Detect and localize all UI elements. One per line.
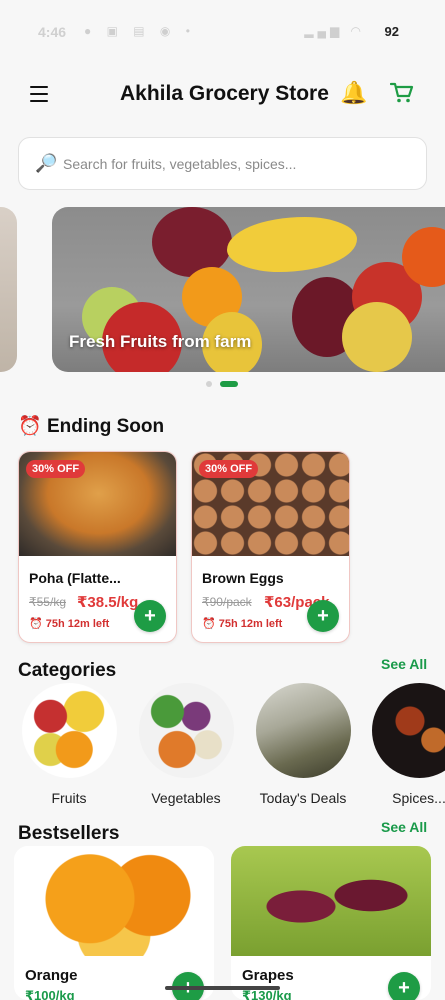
yellow-apple-image — [342, 302, 412, 372]
banana-image — [227, 217, 357, 272]
ending-soon-heading: ⏰ Ending Soon — [18, 416, 165, 437]
cart-icon[interactable] — [389, 82, 414, 109]
deal-old-price: ₹55/kg — [29, 595, 66, 609]
discount-badge: 30% OFF — [199, 460, 259, 478]
notification-icons: ● ▣ ▤ ◉ • — [84, 24, 196, 38]
deal-name: Brown Eggs — [202, 570, 284, 586]
bestseller-card-orange[interactable]: Orange ₹100/kg + — [14, 846, 214, 1000]
status-bar: 4:46 ● ▣ ▤ ◉ • ▂▄▆ ◠ 92 — [0, 0, 445, 60]
alarm-clock-icon: ⏰ — [202, 618, 216, 630]
deal-new-price: ₹38.5/kg — [77, 594, 139, 611]
spices-image — [372, 683, 445, 778]
discount-badge: 30% OFF — [26, 460, 86, 478]
category-spices[interactable]: Spices... — [364, 683, 445, 813]
add-to-cart-button[interactable]: + — [388, 972, 420, 1000]
deal-card-brown-eggs[interactable]: 30% OFF Brown Eggs ₹90/pack ₹63/pack ⏰ 7… — [191, 451, 350, 643]
add-to-cart-button[interactable]: + — [307, 600, 339, 632]
deal-old-price: ₹90/pack — [202, 595, 252, 609]
bestsellers-see-all-link[interactable]: See All — [381, 819, 427, 835]
category-fruits[interactable]: Fruits — [14, 683, 124, 813]
category-label: Vegetables — [151, 790, 221, 806]
status-time: 4:46 — [38, 24, 67, 40]
categories-heading: Categories — [18, 660, 117, 681]
bestsellers-heading: Bestsellers — [18, 823, 120, 844]
product-price: ₹100/kg — [25, 988, 75, 1000]
search-input[interactable] — [63, 138, 413, 189]
app-header: Akhila Grocery Store 🔔 — [0, 70, 445, 120]
categories-see-all-link[interactable]: See All — [381, 656, 427, 672]
product-name: Grapes — [242, 967, 294, 984]
add-to-cart-button[interactable]: + — [134, 600, 166, 632]
grapes-image — [231, 846, 431, 956]
orange-image — [14, 846, 214, 956]
deal-name: Poha (Flatte... — [29, 570, 121, 586]
category-vegetables[interactable]: Vegetables — [131, 683, 241, 813]
battery-level: 92 — [384, 24, 399, 39]
bestseller-card-grapes[interactable]: Grapes ₹130/kg + — [231, 846, 431, 1000]
category-todays-deals[interactable]: Today's Deals — [248, 683, 358, 813]
deal-card-poha[interactable]: 30% OFF Poha (Flatte... ₹55/kg ₹38.5/kg … — [18, 451, 177, 643]
hamburger-menu-icon[interactable] — [30, 86, 48, 102]
alarm-clock-icon: ⏰ — [18, 416, 42, 437]
carousel-dot[interactable] — [206, 381, 212, 387]
signal-wifi-icons: ▂▄▆ ◠ — [304, 24, 365, 38]
banner-previous-slide[interactable] — [0, 207, 17, 372]
promo-banner[interactable]: Fresh Fruits from farm — [52, 207, 445, 372]
store-title: Akhila Grocery Store — [120, 82, 329, 105]
alarm-clock-icon: ⏰ — [29, 618, 43, 630]
search-icon: 🔎 — [35, 153, 58, 173]
category-label: Today's Deals — [259, 790, 347, 806]
search-bar: 🔎 — [18, 137, 427, 190]
banner-caption: Fresh Fruits from farm — [69, 332, 252, 351]
bell-icon[interactable]: 🔔 — [340, 80, 367, 106]
fruits-image — [22, 683, 117, 778]
grapes-red-image — [152, 207, 232, 277]
vegetables-image — [139, 683, 234, 778]
home-indicator[interactable] — [165, 986, 280, 990]
todays-deals-image — [256, 683, 351, 778]
deal-timer: ⏰ 75h 12m left — [29, 618, 110, 630]
category-label: Spices... — [392, 790, 445, 806]
deal-timer: ⏰ 75h 12m left — [202, 618, 283, 630]
category-label: Fruits — [51, 790, 87, 806]
product-name: Orange — [25, 967, 78, 984]
carousel-dot-active[interactable] — [220, 381, 238, 387]
